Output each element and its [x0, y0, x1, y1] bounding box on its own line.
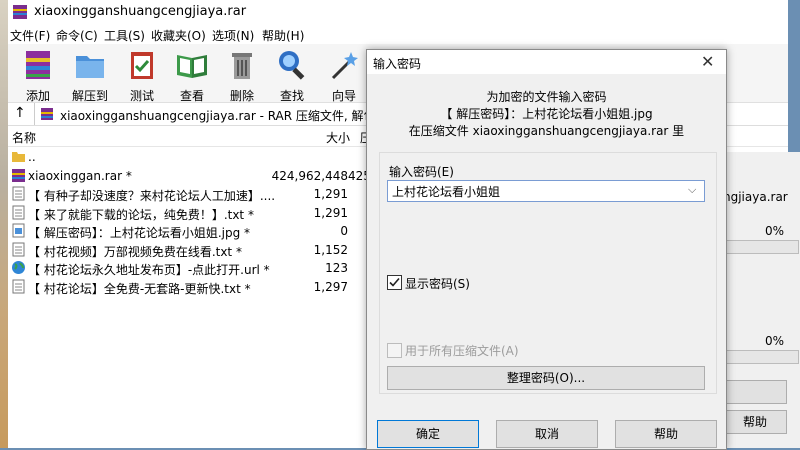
file-name: .. [28, 150, 36, 164]
add-button[interactable]: 添加 [14, 48, 62, 103]
password-input[interactable]: 上村花论坛看小姐姐 ⌵ [387, 180, 705, 202]
dialog-filename: 【 解压密码】：上村花论坛看小姐姐.jpg [440, 107, 653, 121]
help-button[interactable]: 帮助 [615, 420, 717, 448]
file-name: 【 有种子却没速度？来村花论坛人工加速】.... [28, 189, 276, 203]
checkmark-icon [389, 277, 400, 287]
menu-command[interactable]: 命令(C) [56, 27, 98, 44]
wizard-label: 向导 [331, 89, 356, 103]
rar-icon [11, 168, 26, 183]
test-clipboard-icon [131, 52, 153, 79]
add-archive-icon [26, 51, 50, 79]
up-arrow-icon[interactable]: ↑ [14, 105, 26, 121]
dialog-prompt: 为加密的文件输入密码 [486, 90, 607, 104]
menu-bar: 文件(F) 命令(C) 工具(S) 收藏夹(O) 选项(N) 帮助(H) [8, 24, 788, 44]
password-dialog: 输入密码 ✕ 为加密的文件输入密码 【 解压密码】：上村花论坛看小姐姐.jpg … [366, 49, 727, 450]
ok-button[interactable]: 确定 [377, 420, 479, 448]
wizard-button[interactable]: 向导 [320, 48, 368, 103]
bg-blank-button[interactable] [723, 380, 787, 404]
show-password-checkbox[interactable] [387, 275, 402, 290]
test-button[interactable]: 测试 [118, 48, 166, 103]
file-name: 【 村花论坛】全免费-无套路-更新快.txt * [28, 281, 251, 296]
add-label: 添加 [25, 89, 50, 103]
find-label: 查找 [279, 89, 304, 103]
cancel-button[interactable]: 取消 [496, 420, 598, 448]
column-name[interactable]: 名称 [12, 129, 36, 146]
menu-file[interactable]: 文件(F) [10, 27, 50, 44]
file-name: xiaoxinggan.rar * [28, 168, 132, 183]
delete-label: 删除 [229, 89, 254, 103]
delete-trash-icon [232, 53, 252, 79]
folder-icon [11, 149, 26, 164]
extract-folder-icon [76, 56, 104, 78]
dialog-title-bar: 输入密码 ✕ [367, 50, 726, 74]
dialog-archive-info: 在压缩文件 xiaoxingganshuangcengjiaya.rar 里 [408, 124, 685, 138]
view-book-icon [177, 55, 207, 78]
extract-to-button[interactable]: 解压到 [66, 48, 114, 103]
image-file-icon [11, 223, 26, 238]
view-label: 查看 [179, 89, 204, 103]
password-label: 输入密码(E) [389, 165, 454, 179]
find-button[interactable]: 查找 [268, 48, 316, 103]
address-separator [34, 103, 35, 125]
dialog-title: 输入密码 [373, 57, 422, 71]
delete-button[interactable]: 删除 [218, 48, 266, 103]
file-name: 【 村花视频】万部视频免费在线看.txt * [28, 244, 242, 259]
organize-passwords-button[interactable]: 整理密码(O)... [387, 366, 705, 390]
all-archives-checkbox[interactable] [387, 343, 402, 358]
close-icon[interactable]: ✕ [701, 52, 714, 71]
text-file-icon [11, 205, 26, 220]
globe-icon [11, 260, 26, 275]
file-size: 0 [340, 224, 348, 238]
file-name: 【 来了就能下载的论坛，纯免费！】.txt * [28, 207, 254, 222]
file-name: 【 解压密码】：上村花论坛看小姐姐.jpg * [28, 226, 251, 240]
file-size: 1,291 [313, 205, 348, 220]
winrar-app-icon [13, 5, 27, 19]
window-title: xiaoxingganshuangcengjiaya.rar [34, 4, 247, 19]
text-file-icon [11, 242, 26, 257]
text-file-icon [11, 279, 26, 294]
menu-help[interactable]: 帮助(H) [262, 27, 304, 44]
extract-to-label: 解压到 [71, 89, 108, 103]
test-label: 测试 [129, 89, 154, 103]
menu-favorites[interactable]: 收藏夹(O) [151, 27, 206, 44]
file-size: 424,962,448 [271, 168, 348, 183]
menu-tools[interactable]: 工具(S) [104, 27, 145, 44]
file-size: 1,291 [313, 187, 348, 201]
address-text[interactable]: xiaoxingganshuangcengjiaya.rar - RAR 压缩文… [60, 107, 388, 124]
desktop-background [0, 0, 8, 448]
file-size: 123 [325, 261, 348, 275]
chevron-down-icon[interactable]: ⌵ [688, 183, 696, 197]
bg-progress-bar-2 [723, 350, 799, 364]
column-size[interactable]: 大小 [326, 129, 350, 146]
password-value: 上村花论坛看小姐姐 [392, 185, 501, 199]
view-button[interactable]: 查看 [168, 48, 216, 103]
show-password-label[interactable]: 显示密码(S) [405, 275, 470, 292]
file-size: 1,297 [313, 279, 348, 294]
rar-archive-icon [41, 108, 53, 120]
bg-progress-percent-2: 0% [765, 334, 785, 348]
bg-help-button[interactable]: 帮助 [723, 410, 787, 434]
file-size: 1,152 [313, 242, 348, 257]
wizard-wand-icon [331, 52, 358, 80]
find-magnifier-icon [279, 51, 305, 80]
file-name: 【 村花论坛永久地址发布页】-点此打开.url * [28, 263, 270, 277]
all-archives-label[interactable]: 用于所有压缩文件(A) [405, 342, 519, 359]
menu-options[interactable]: 选项(N) [212, 27, 254, 44]
text-file-icon [11, 186, 26, 201]
title-bar: xiaoxingganshuangcengjiaya.rar [8, 0, 788, 24]
